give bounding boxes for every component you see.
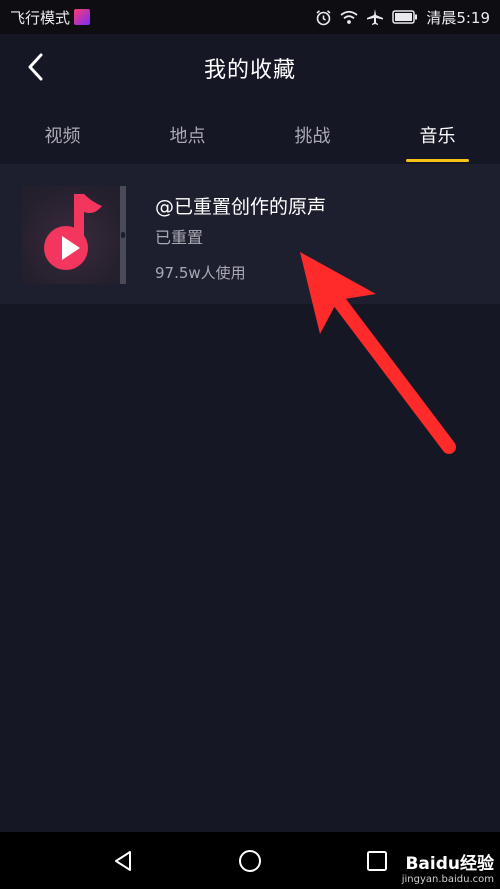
nav-home-button[interactable] [230,841,270,881]
cover-edge-dot [121,232,125,238]
tab-bar: 视频 地点 挑战 音乐 [0,104,500,162]
nav-recents-button[interactable] [357,841,397,881]
music-author: 已重置 [155,228,204,247]
page-title: 我的收藏 [203,58,296,83]
back-triangle-icon [115,850,132,871]
recents-square-icon [366,850,387,871]
active-tab-indicator [406,159,469,162]
nav-back-button[interactable] [103,841,143,881]
header: 我的收藏 [0,34,500,100]
status-bar: 飞行模式 清晨5:19 [0,0,500,34]
watermark-url: jingyan.baidu.com [401,874,494,885]
status-time: 清晨5:19 [426,8,490,27]
tab-music[interactable]: 音乐 [375,104,500,162]
tab-videos[interactable]: 视频 [0,104,125,162]
status-left: 飞行模式 [10,7,91,28]
tab-challenges[interactable]: 挑战 [250,104,375,162]
tab-label: 视频 [44,126,81,147]
wifi-icon [340,10,358,25]
home-circle-icon [238,849,261,872]
alarm-icon [315,9,332,26]
tab-places[interactable]: 地点 [125,104,250,162]
tab-label: 地点 [169,126,206,147]
music-title: @已重置创作的原声 [155,196,327,218]
battery-icon [392,10,418,24]
music-usage-count: 97.5w人使用 [155,264,246,282]
list-item[interactable]: @已重置创作的原声 已重置 97.5w人使用 [0,164,500,304]
app-badge-icon [74,9,91,25]
baidu-watermark: Baidu经验 jingyan.baidu.com [402,849,494,885]
music-list: @已重置创作的原声 已重置 97.5w人使用 [0,164,500,304]
tab-label: 音乐 [419,126,456,147]
music-cover[interactable] [22,186,122,284]
tab-label: 挑战 [294,126,331,147]
watermark-brand: Baidu经验 [405,854,494,874]
status-right: 清晨5:19 [315,7,490,28]
airplane-mode-label: 飞行模式 [10,8,71,27]
music-note-play-icon [22,186,122,284]
airplane-icon [366,8,384,26]
